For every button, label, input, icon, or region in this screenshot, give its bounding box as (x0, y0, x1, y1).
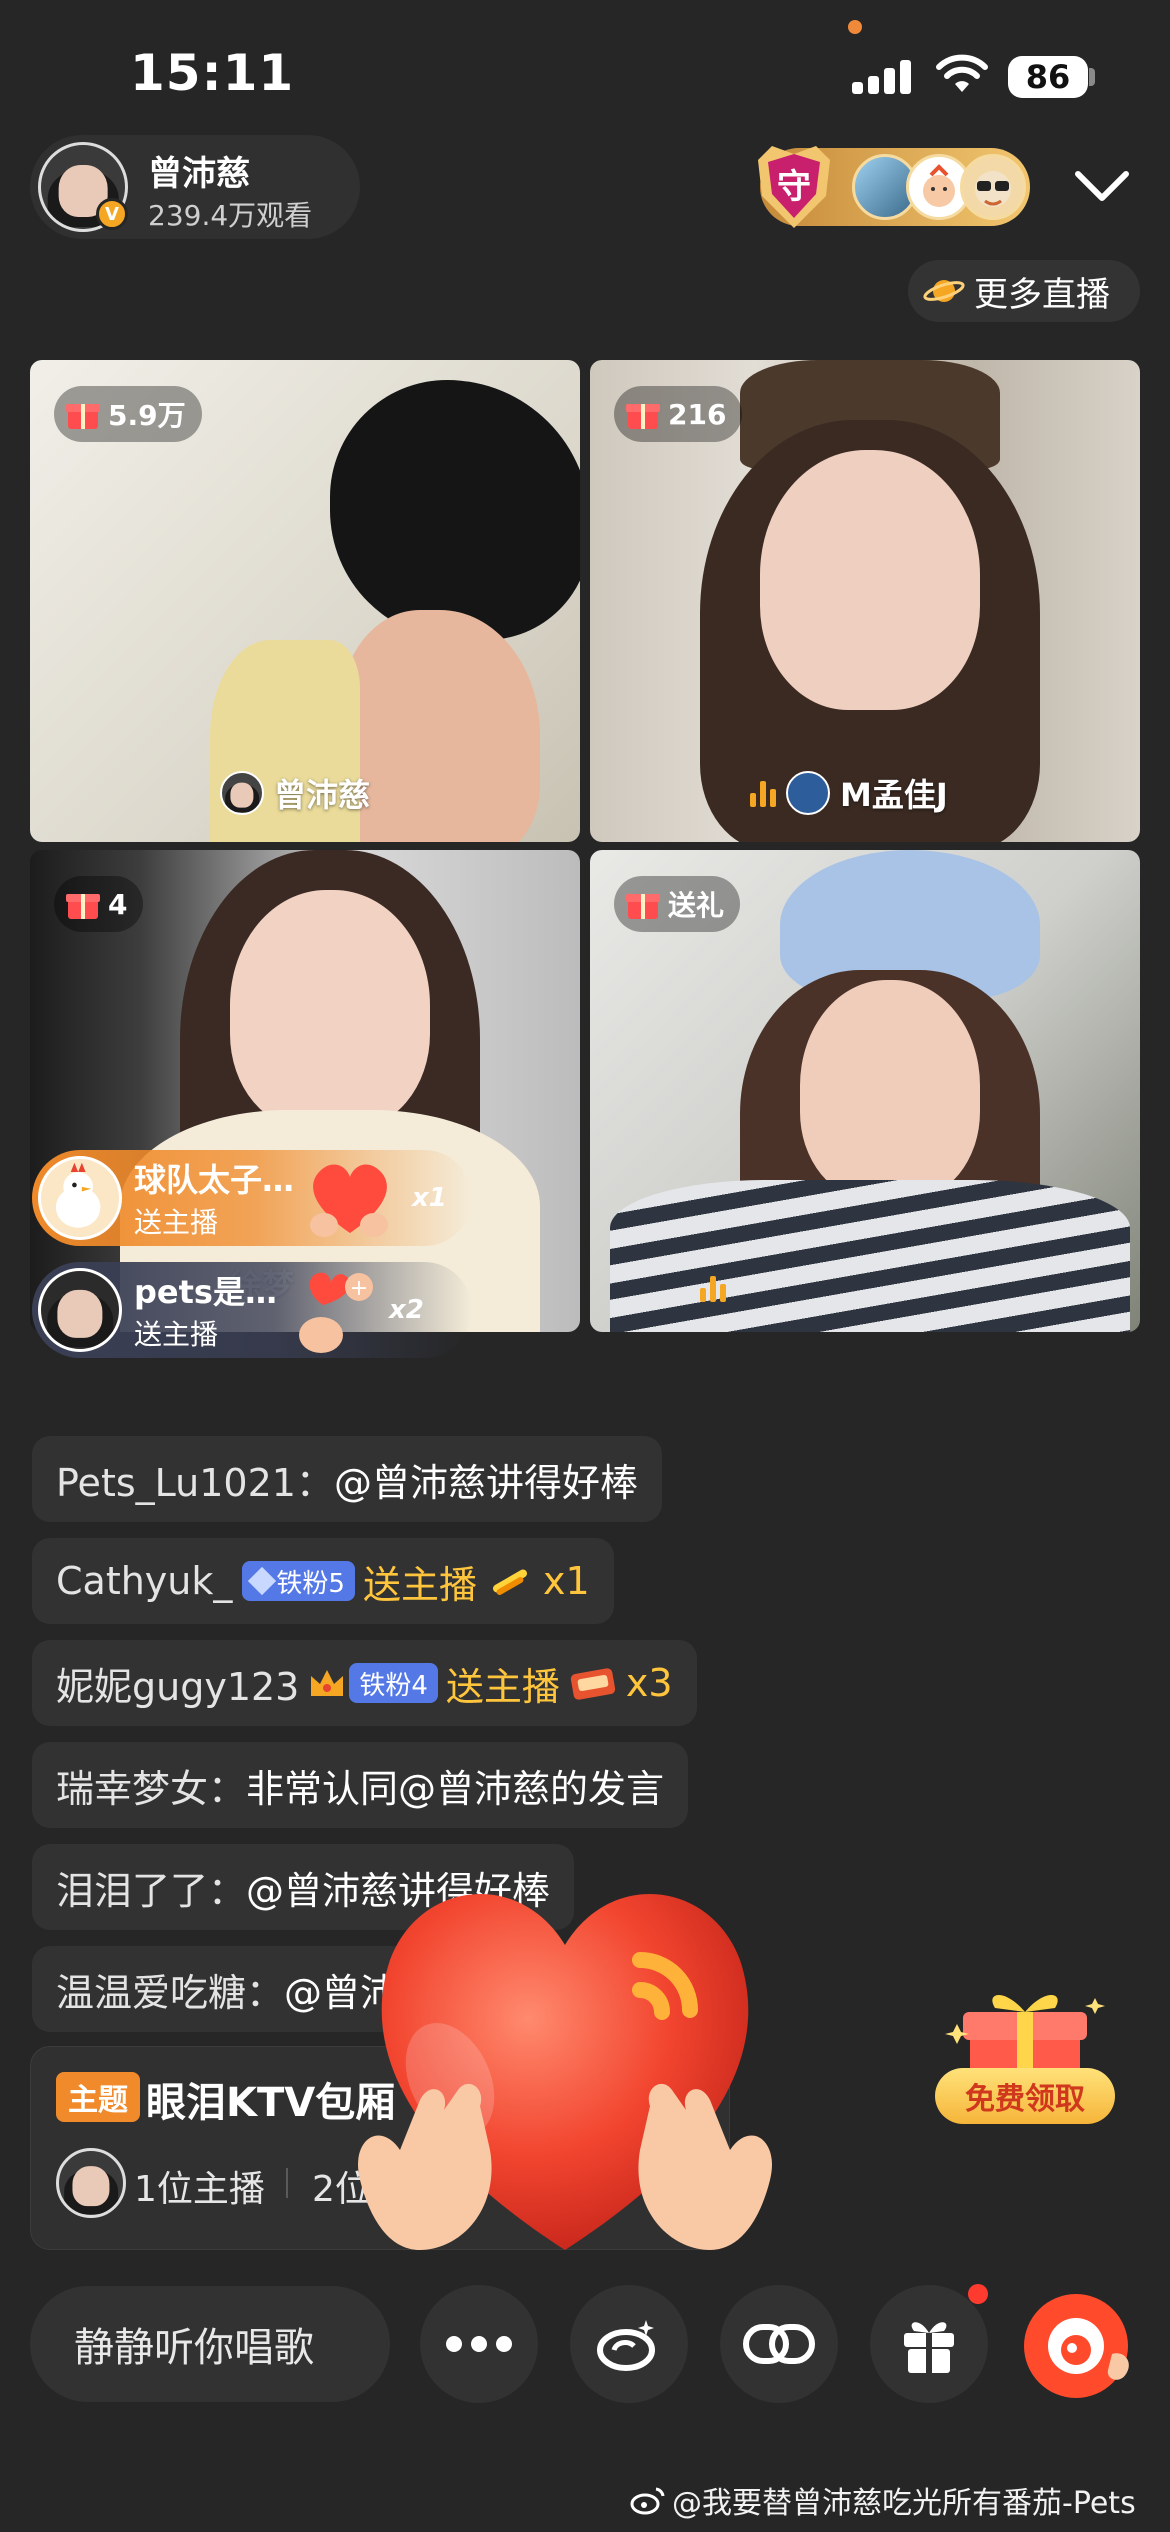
chat-text: @曾沛慈讲得好棒 (333, 1460, 638, 1505)
gift-count-1: x1 (412, 1183, 447, 1213)
chevron-down-icon[interactable] (1070, 160, 1134, 210)
gift-sender-avatar-2 (38, 1268, 122, 1352)
privacy-indicator-dot (848, 20, 862, 34)
tile-2-gift-count: 216 (614, 386, 743, 442)
chat-message-3[interactable]: 妮妮gugy123 铁粉4 送主播 x3 (32, 1640, 697, 1726)
gift-icon (904, 2322, 954, 2373)
chat-user[interactable]: 妮妮gugy123 (56, 1656, 299, 1711)
more-live-button[interactable]: 更多直播 (908, 260, 1140, 322)
chat-user[interactable]: 泪泪了了： (56, 1860, 246, 1915)
video-tile-3[interactable]: 4 徐梦 (30, 850, 580, 1332)
fan-level-badge: 铁粉4 (349, 1663, 438, 1703)
weibo-share-icon (597, 2320, 655, 2371)
heart-gift-icon (310, 1164, 389, 1237)
chat-user[interactable]: Pets_Lu1021： (56, 1452, 334, 1507)
link-icon (743, 2324, 815, 2364)
battery-tip (1089, 68, 1095, 86)
gift-sender-avatar-1 (38, 1156, 122, 1240)
svg-text:+: + (350, 1276, 368, 1301)
chat-message-1[interactable]: Pets_Lu1021： @曾沛慈讲得好棒 (32, 1436, 662, 1522)
tile-1-avatar (220, 771, 264, 815)
gift-icon (66, 889, 100, 919)
crown-icon (311, 1670, 344, 1696)
weibo-watermark-icon (630, 2487, 665, 2515)
weibo-logo-icon[interactable] (1020, 2290, 1140, 2400)
gift-action-1: 送主播 (134, 1206, 219, 1239)
gift-notification-1[interactable]: 球队太子… 送主播 x1 (32, 1150, 472, 1246)
tile-2-name-tag[interactable]: M孟佳J (750, 770, 948, 816)
tile-1-name-tag[interactable]: 曾沛慈 (220, 770, 370, 816)
battery-indicator: 86 (1008, 56, 1088, 98)
tile-1-gift-count: 5.9万 (54, 386, 202, 442)
wifi-icon (936, 54, 988, 92)
gift-sender-name-2: pets是… (134, 1273, 277, 1311)
chat-text: 非常认同@曾沛慈的发言 (246, 1766, 665, 1811)
chat-gift-text: 送主播 (445, 1664, 560, 1709)
gift-icon (66, 399, 100, 429)
tile-3-gift-count: 4 (54, 876, 144, 932)
diamond-icon (248, 1566, 277, 1596)
gift-count-2: x2 (388, 1295, 424, 1325)
gift-icon (626, 399, 660, 429)
ticket-gift-icon (570, 1668, 616, 1700)
more-dots-icon (446, 2336, 512, 2352)
heart-gift-animation-icon (358, 1893, 772, 2250)
weibo-watermark: @我要替曾沛慈吃光所有番茄-Pets (630, 2478, 1136, 2522)
topic-host-avatar (56, 2148, 126, 2218)
chat-message-4[interactable]: 瑞幸梦女： 非常认同@曾沛慈的发言 (32, 1742, 689, 1828)
topic-host-count: 1位主播 (134, 2169, 265, 2210)
tile-4-send-gift[interactable]: 送礼 (614, 876, 741, 932)
chat-gift-text: 送主播 (362, 1562, 477, 1607)
share-button[interactable] (570, 2285, 688, 2403)
planet-icon (922, 274, 966, 308)
view-count: 239.4万观看 (148, 199, 313, 232)
comment-input[interactable]: 静静听你唱歌 (30, 2286, 390, 2402)
video-tile-4[interactable]: 送礼 (590, 850, 1140, 1332)
fan-level-badge: 铁粉5 (242, 1561, 355, 1601)
chat-gift-count: x3 (625, 1661, 673, 1705)
chat-user[interactable]: Cathyuk_ (56, 1559, 232, 1603)
topic-divider (286, 2168, 288, 2198)
chat-user[interactable]: 温温爱吃糖： (56, 1962, 284, 2017)
gift-icon (626, 889, 660, 919)
audio-level-icon (700, 1274, 726, 1302)
guard-shield-icon[interactable]: 守 (752, 140, 836, 232)
guard-avatar-3[interactable] (960, 154, 1026, 220)
status-time: 15:11 (130, 44, 295, 102)
gift-sender-name-1: 球队太子… (134, 1161, 295, 1199)
gift-action-2: 送主播 (134, 1318, 219, 1351)
gift-notification-dot (968, 2284, 988, 2304)
chat-message-2[interactable]: Cathyuk_ 铁粉5 送主播 x1 (32, 1538, 614, 1624)
glow-stick-gift-icon (492, 1569, 527, 1595)
svg-text:守: 守 (777, 167, 811, 207)
link-button[interactable] (720, 2285, 838, 2403)
topic-tag: 主题 (56, 2072, 140, 2122)
verified-badge: V (96, 198, 128, 230)
chat-gift-count: x1 (542, 1559, 590, 1603)
chat-user[interactable]: 瑞幸梦女： (56, 1758, 246, 1813)
gift-notification-2[interactable]: pets是… 送主播 + x2 (32, 1262, 472, 1358)
video-tile-1[interactable]: 5.9万 曾沛慈 (30, 360, 580, 842)
video-tile-2[interactable]: 216 M孟佳J (590, 360, 1140, 842)
more-live-label: 更多直播 (974, 274, 1110, 315)
audio-level-icon (750, 779, 776, 807)
host-name[interactable]: 曾沛慈 (148, 146, 250, 195)
free-claim-button[interactable]: 免费领取 (935, 2068, 1115, 2124)
more-button[interactable] (420, 2285, 538, 2403)
finger-heart-gift-icon: + (298, 1272, 373, 1353)
tile-2-avatar (786, 771, 830, 815)
gift-button[interactable] (870, 2285, 988, 2403)
cellular-signal-icon (852, 58, 914, 94)
